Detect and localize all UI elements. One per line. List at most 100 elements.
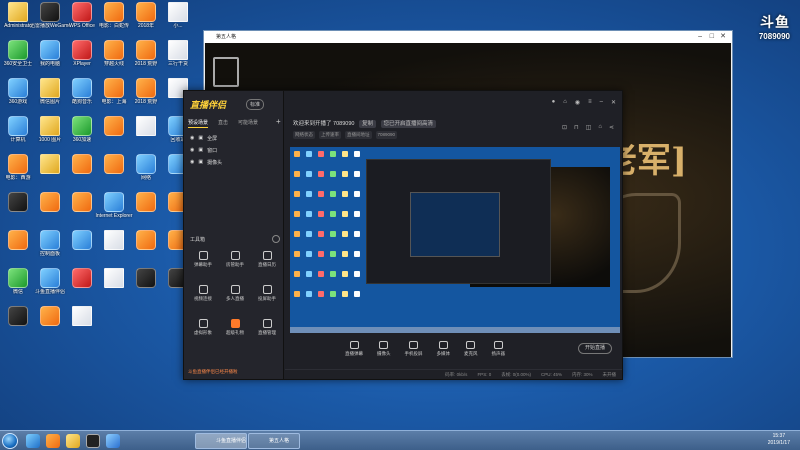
skin-icon[interactable]: ◉ [575,99,580,106]
desktop-icon[interactable] [2,192,34,226]
desktop-icon[interactable] [34,154,66,188]
start-live-button[interactable]: 开始直播 [578,343,612,354]
app-version-badge[interactable]: 标准 [246,99,265,110]
stream-preview[interactable] [290,147,620,333]
menu-icon[interactable]: ≡ [588,99,592,106]
desktop-icon[interactable]: 360安全卫士 [2,40,34,74]
desktop-icon[interactable]: 迅雷播放WeGame版 [30,2,70,36]
desktop-icon[interactable] [130,192,162,226]
desktop-icon[interactable] [2,230,34,264]
desktop-icon[interactable] [98,116,130,150]
hd-link[interactable]: 您已开启直播间高清 [380,120,437,128]
taskbar-task[interactable]: 第五人格 [248,433,300,449]
toolbox-item[interactable]: 房管助手 [220,251,250,275]
bird-app-icon[interactable] [106,434,120,448]
desktop-icon[interactable] [66,230,98,264]
desktop-icon[interactable] [130,230,162,264]
lock-icon[interactable]: ▣ [198,159,203,166]
add-icon[interactable]: + [276,117,281,126]
toolbox-item[interactable]: 多人直播 [220,285,250,309]
desktop-icon[interactable] [66,192,98,226]
lock-icon[interactable]: ▣ [198,147,203,154]
source-control[interactable]: 摄像头 [377,341,391,357]
desktop-icon[interactable]: 2018 荒野 [130,78,162,112]
scene-tab[interactable]: 预设场景 [188,119,209,128]
minimize-icon[interactable]: – [600,99,603,106]
desktop-icon[interactable]: 电影：白蛇传 [98,2,130,36]
desktop-icon[interactable] [66,306,98,340]
source-control[interactable]: 麦克风 [464,341,478,357]
game-window-titlebar[interactable]: 第五人格 – □ ✕ [204,31,732,43]
scene-item[interactable]: ◉ ▣ 摄像头 [190,159,222,166]
desktop-icon[interactable]: 2018 荒野 [130,40,162,74]
desktop-icon[interactable] [130,116,162,150]
lock-icon[interactable]: ⊓ [574,124,579,131]
scene-tab[interactable]: 可能场景 [238,119,258,128]
close-icon[interactable]: ✕ [720,31,726,43]
desktop-icon[interactable] [130,268,162,302]
desktop-icon[interactable]: 酷狗音乐 [66,78,98,112]
desktop-icon[interactable]: 网络 [130,154,162,188]
desktop-icon[interactable] [34,306,66,340]
user-avatar[interactable]: ● [552,99,556,106]
scene-tab[interactable]: 直击 [218,119,228,128]
desktop-icon[interactable] [98,230,130,264]
eye-icon[interactable]: ◉ [190,135,194,142]
desktop-icon[interactable] [66,154,98,188]
record-icon[interactable]: ⊡ [562,124,567,131]
scene-item[interactable]: ◉ ▣ 窗口 [190,147,217,154]
desktop-icon[interactable]: 360加速 [66,116,98,150]
copy-button[interactable]: 复制 [358,120,376,128]
desktop-icon[interactable]: 2018年 [130,2,162,36]
close-icon[interactable]: ✕ [611,99,616,106]
source-control[interactable]: 直播弹幕 [345,341,363,357]
bell-icon[interactable]: ⌂ [598,124,602,131]
toolbox-item[interactable]: 超级礼物 [220,319,250,343]
toolbox-more-icon[interactable] [272,235,280,243]
desktop-icon[interactable] [2,306,34,340]
app-pin-icon[interactable] [46,434,60,448]
ie-icon[interactable] [26,434,40,448]
toolbox-item[interactable]: 直播日历 [252,251,282,275]
desktop-icon[interactable]: 1000 图片 [34,116,66,150]
desktop-icon[interactable]: 小... [162,2,194,36]
gift-icon[interactable]: ⌂ [563,99,567,106]
taskbar-task[interactable]: 斗鱼直播伴侣 [195,433,247,449]
toolbox-item[interactable]: 虚拟形象 [188,319,218,343]
eye-icon[interactable]: ◉ [190,147,194,154]
desktop-icon[interactable]: 电影：上海 [98,78,130,112]
source-control[interactable]: 手机投屏 [405,341,423,357]
desktop-icon[interactable]: 计算机 [2,116,34,150]
share-icon[interactable]: ⋖ [609,124,614,131]
desktop-icon[interactable]: 控制面板 [34,230,66,264]
maximize-icon[interactable]: □ [710,31,714,43]
explorer-icon[interactable] [66,434,80,448]
desktop-icon[interactable]: 微信 [2,268,34,302]
desktop-icon[interactable]: 微信图片 [34,78,66,112]
desktop-icon[interactable]: 电影：西游 [2,154,34,188]
scene-item[interactable]: ◉ ▣ 全屏 [190,135,217,142]
lock-icon[interactable]: ▣ [198,135,203,142]
toolbox-item[interactable]: 直播管理 [252,319,282,343]
desktop-icon[interactable] [98,268,130,302]
desktop-icon[interactable]: 斗鱼直播伴侣 [34,268,66,302]
camera-icon[interactable]: ◫ [586,124,592,131]
desktop-icon[interactable]: Internet Explorer [96,192,132,226]
desktop-icon[interactable]: 我的电脑 [34,40,66,74]
desktop-icon[interactable]: WPS Office [66,2,98,36]
minimize-icon[interactable]: – [698,31,702,43]
desktop-icon[interactable]: XPlayer [66,40,98,74]
system-clock[interactable]: 15:37 2019/1/17 [768,433,790,447]
toolbox-item[interactable]: 弹幕助手 [188,251,218,275]
desktop-icon[interactable] [66,268,98,302]
desktop-icon[interactable]: Administrato [2,2,34,36]
desktop-icon[interactable] [34,192,66,226]
start-button[interactable] [2,433,18,449]
browser-icon[interactable] [86,434,100,448]
desktop-icon[interactable]: 三行干货 [162,40,194,74]
source-control[interactable]: 多媒体 [437,341,450,357]
eye-icon[interactable]: ◉ [190,159,194,166]
toolbox-item[interactable]: 投屏助手 [252,285,282,309]
toolbox-item[interactable]: 视频连接 [188,285,218,309]
desktop-icon[interactable]: 穿越火线 [98,40,130,74]
